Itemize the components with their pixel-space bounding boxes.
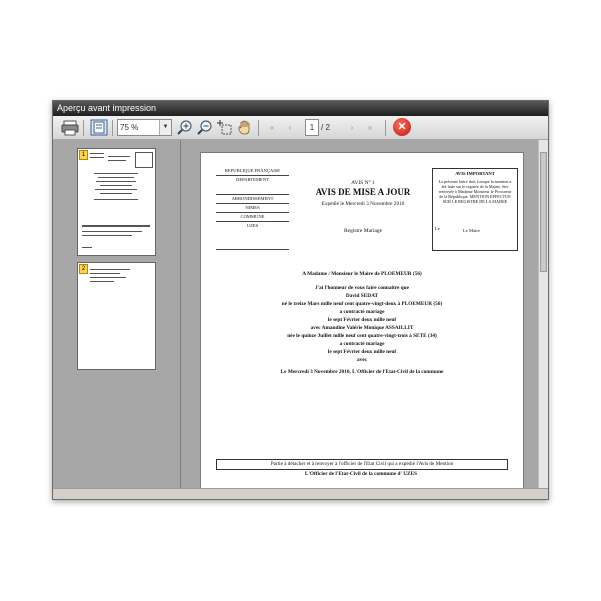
toolbar-separator [112, 120, 113, 136]
addressee-line: A Madame / Monsieur le Maire de PLOEMEUR… [302, 271, 422, 277]
avis-body: A Madame / Monsieur le Maire de PLOEMEUR… [221, 270, 503, 376]
chevron-down-icon[interactable]: ▼ [159, 120, 171, 135]
officier-line: L'Officier de l'Etat-Civil de la commune… [304, 471, 418, 477]
important-text: La présente lettre doit, lorsque la ment… [438, 179, 512, 204]
last-page-icon[interactable]: » [361, 119, 379, 136]
page-thumbnail[interactable]: 1 [77, 148, 156, 256]
body-line: avec [357, 357, 367, 363]
page-total: / 2 [321, 123, 330, 132]
registre-type: Registre Mariage [343, 228, 383, 234]
commune-value: UZES [246, 223, 259, 228]
printer-icon[interactable] [61, 119, 79, 136]
thumbnail-pane: 1 2 [53, 140, 181, 488]
body-line: J'ai l'honneur de vous faire connaitre q… [315, 285, 409, 291]
thumbnail-number: 2 [79, 264, 88, 274]
zoom-out-icon[interactable] [196, 119, 214, 136]
body-line: le sept Février deux mille neuf [327, 349, 397, 355]
window-titlebar: Aperçu avant impression [53, 101, 548, 116]
body-line: David SEDAT [345, 293, 379, 299]
zoom-value: 75 % [120, 123, 139, 132]
print-preview-window: Aperçu avant impression 75 % ▼ « ‹ 1 / 2… [52, 100, 549, 500]
crop-select-icon[interactable] [216, 119, 234, 136]
scrollbar-thumb[interactable] [540, 152, 547, 272]
previous-page-icon[interactable]: ‹ [281, 119, 299, 136]
close-icon[interactable]: ✕ [393, 118, 411, 136]
zoom-select[interactable]: 75 % ▼ [117, 119, 172, 136]
signature-date-line: Le Mercredi 3 Novembre 2010, L'Officier … [280, 369, 444, 375]
commune-label: COMMUNE [240, 214, 265, 219]
detach-notice: Partie à détacher et à renvoyer à l'offi… [216, 459, 508, 470]
thumbnail-number: 1 [79, 150, 88, 160]
toolbar-separator [385, 120, 386, 136]
body-line: né le treize Mars mille neuf cent quatre… [281, 301, 443, 307]
current-page-input[interactable]: 1 [305, 119, 319, 136]
body-line: a contracté mariage [339, 309, 385, 315]
toolbar-separator [258, 120, 259, 136]
avis-number: AVIS N° 1 [351, 180, 375, 186]
arrondissement-value: NIMES [245, 205, 260, 210]
zoom-in-icon[interactable] [176, 119, 194, 136]
departement-label: DEPARTEMENT [236, 177, 269, 182]
important-notice-box: AVIS IMPORTANT La présente lettre doit, … [432, 168, 518, 251]
expedie-date: Expédié le Mercredi 3 Novembre 2010 [321, 201, 405, 207]
document-page: REPUBLIQUE FRANÇAISE DEPARTEMENT ARRONDI… [200, 152, 524, 488]
body-line: née le quinze Juillet mille neuf cent qu… [287, 333, 437, 339]
window-title: Aperçu avant impression [57, 103, 157, 113]
document-viewport[interactable]: REPUBLIQUE FRANÇAISE DEPARTEMENT ARRONDI… [181, 140, 538, 488]
body-line: a contracté mariage [339, 341, 385, 347]
next-page-icon[interactable]: › [343, 119, 361, 136]
body-line: le sept Février deux mille neuf [327, 317, 397, 323]
arrondissement-label: ARRONDISSEMENT [231, 196, 274, 201]
important-le: Le [435, 226, 440, 231]
republique-label: REPUBLIQUE FRANÇAISE [224, 168, 281, 173]
body-line: avec Amandine Valérie Monique ASSAILLIT [310, 325, 414, 331]
important-le-maire: Le Maire [463, 228, 480, 233]
hand-pan-icon[interactable] [236, 119, 254, 136]
status-bar [53, 488, 548, 499]
page-layout-icon[interactable] [90, 119, 108, 136]
preview-toolbar: 75 % ▼ « ‹ 1 / 2 › » ✕ [53, 116, 548, 140]
first-page-icon[interactable]: « [263, 119, 281, 136]
page-thumbnail[interactable]: 2 [77, 262, 156, 370]
toolbar-separator [83, 120, 84, 136]
important-title: AVIS IMPORTANT [455, 171, 495, 176]
vertical-scrollbar[interactable] [538, 140, 548, 488]
avis-title: AVIS DE MISE A JOUR [315, 187, 411, 197]
